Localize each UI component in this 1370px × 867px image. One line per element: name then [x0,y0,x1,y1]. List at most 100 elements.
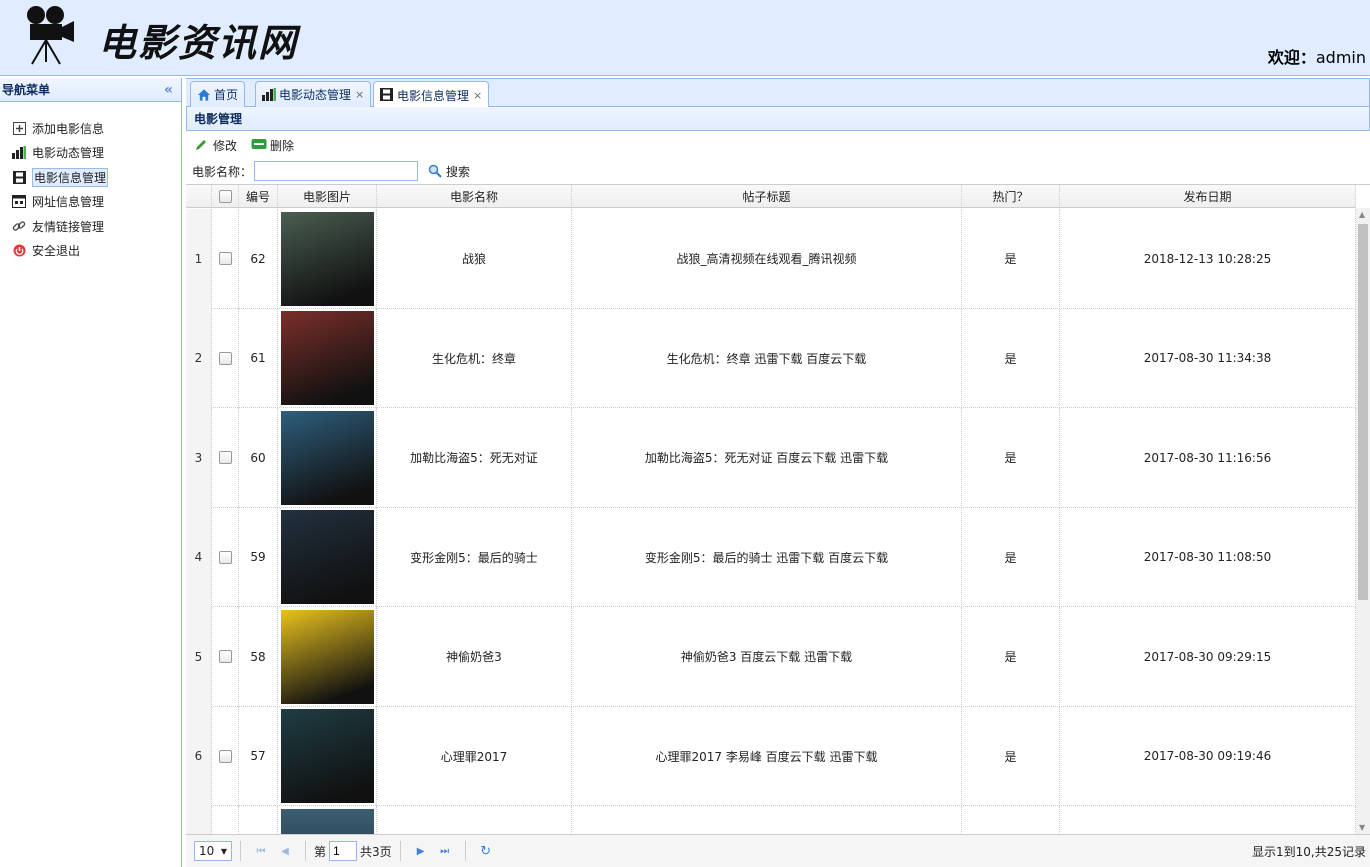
sidebar-item-logout[interactable]: 安全退出 [12,239,181,264]
last-page-icon[interactable]: ⏭ [436,842,454,860]
exit-icon [12,244,26,258]
next-page-icon[interactable]: ▶ [412,842,430,860]
close-icon[interactable]: × [473,89,482,102]
post-title [572,806,962,834]
row-checkbox[interactable] [218,351,232,365]
header-checkbox-cell [212,185,239,208]
row-checkbox-cell [212,607,239,707]
search-button[interactable]: 搜索 [428,163,470,180]
grid-scrollbar[interactable]: ▲ ▼ [1356,208,1370,834]
publish-date: 2017-08-30 09:19:46 [1060,706,1356,806]
row-number: 5 [186,607,212,707]
table-row[interactable]: 6 57 心理罪2017 心理罪2017 李易峰 百度云下载 迅雷下载是 2017-08… [186,706,1356,806]
header-rownum [186,185,212,208]
table-row[interactable]: 3 60 加勒比海盗5：死无对证 加勒比海盗5：死无对证 百度云下载 迅雷下载是 201… [186,408,1356,508]
poster-cell [278,806,377,834]
sidebar-item-add-movie[interactable]: 添加电影信息 [12,116,181,141]
row-checkbox[interactable] [218,550,232,564]
table-row[interactable]: 5 58 神偷奶爸3 神偷奶爸3 百度云下载 迅雷下载是 2017-08-30 09:2… [186,607,1356,707]
post-title: 神偷奶爸3 百度云下载 迅雷下载 [572,607,962,707]
search-bar: 电影名称： 搜索 [192,159,470,183]
row-checkbox[interactable] [218,650,232,664]
header-title[interactable]: 帖子标题 [572,185,962,208]
bar-chart-icon [262,87,276,102]
hot-flag: 是 [962,408,1060,508]
search-icon [428,164,442,178]
refresh-icon[interactable]: ↻ [477,842,495,860]
sidebar-item-label: 电影动态管理 [32,146,105,161]
movie-poster-image [280,709,374,804]
sidebar-item-friend-links[interactable]: 友情链接管理 [12,214,181,239]
page-prefix: 第 [314,844,327,859]
table-row[interactable]: 4 59 变形金刚5：最后的骑士 变形金刚5：最后的骑士 迅雷下载 百度云下载是 201… [186,507,1356,607]
table-row[interactable]: 1 62 战狼 战狼_高清视频在线观看_腾讯视频是 2018-12-13 10:28:2… [186,209,1356,309]
add-icon [12,121,26,135]
page-size-select[interactable]: 10 ▼ [194,841,232,861]
select-all-checkbox[interactable] [218,190,232,203]
sidebar-item-label: 电影信息管理 [32,167,109,187]
close-icon[interactable]: × [355,88,364,101]
post-title: 加勒比海盗5：死无对证 百度云下载 迅雷下载 [572,408,962,508]
table-row[interactable]: 2 61 生化危机：终章 生化危机：终章 迅雷下载 百度云下载是 2017-08-30 … [186,308,1356,408]
sidebar-item-label: 友情链接管理 [32,219,105,234]
post-title: 生化危机：终章 迅雷下载 百度云下载 [572,308,962,408]
header-hot[interactable]: 热门？ [962,185,1060,208]
header-date[interactable]: 发布日期 [1060,185,1356,208]
tab-bar: 首页 电影动态管理 × 电影信息管理 × [186,78,1370,108]
scroll-up-icon[interactable]: ▲ [1359,210,1365,219]
row-checkbox[interactable] [218,252,232,266]
delete-label: 删除 [270,138,295,153]
header-image[interactable]: 电影图片 [278,185,377,208]
pager-separator [399,841,401,861]
edit-button[interactable]: 修改 [194,137,237,154]
movie-grid: 编号 电影图片 电影名称 帖子标题 热门？ 发布日期 1 62 战狼 战狼_高清视频在… [186,184,1370,834]
panel-title: 电影管理 [186,107,1370,131]
grid-toolbar: 修改 删除 [194,133,294,157]
row-checkbox-cell [212,408,239,508]
scroll-down-icon[interactable]: ▼ [1359,823,1365,832]
tab-movie-news[interactable]: 电影动态管理 × [255,81,372,107]
movie-poster-image [280,211,374,306]
movie-poster-image [280,609,374,704]
sidebar-item-url-info[interactable]: 网址信息管理 [12,190,181,215]
prev-page-icon[interactable]: ◀ [276,842,294,860]
pager-separator [464,841,466,861]
tab-movie-info[interactable]: 电影信息管理 × [373,81,490,108]
first-page-icon[interactable]: ⏮ [252,842,270,860]
scroll-thumb[interactable] [1358,224,1368,600]
header-name[interactable]: 电影名称 [377,185,572,208]
tab-home[interactable]: 首页 [190,81,246,107]
tab-label: 电影动态管理 [279,88,352,102]
film-icon [380,88,394,102]
post-title: 变形金刚5：最后的骑士 迅雷下载 百度云下载 [572,507,962,607]
row-number: 2 [186,308,212,408]
row-checkbox[interactable] [218,749,232,763]
publish-date: 2017-08-30 11:08:50 [1060,507,1356,607]
movie-poster-image [280,311,374,406]
film-icon [12,170,26,184]
delete-button[interactable]: 删除 [251,137,294,154]
row-checkbox-cell [212,706,239,806]
row-checkbox[interactable] [218,451,232,465]
sidebar-item-movie-info[interactable]: 电影信息管理 [12,165,181,190]
hot-flag: 是 [962,209,1060,309]
main-content: 首页 电影动态管理 × 电影信息管理 × 电影管理 修改 删除 电影名称： 搜索 [186,78,1370,867]
page-number-input[interactable] [329,841,358,861]
pager-separator [240,841,241,861]
post-title: 心理罪2017 李易峰 百度云下载 迅雷下载 [572,706,962,806]
movie-id: 58 [239,607,278,707]
movie-id: 62 [239,209,278,309]
post-title: 战狼_高清视频在线观看_腾讯视频 [572,209,962,309]
sidebar-item-movie-news[interactable]: 电影动态管理 [12,141,181,166]
movie-name [377,806,572,834]
collapse-icon[interactable]: « [164,82,173,98]
poster-cell [278,308,377,408]
header-id[interactable]: 编号 [239,185,278,208]
row-checkbox-cell [212,507,239,607]
movie-name: 变形金刚5：最后的骑士 [377,507,572,607]
publish-date: 2017-08-30 11:16:56 [1060,408,1356,508]
movie-poster-image [280,410,374,505]
movie-name-input[interactable] [254,161,419,181]
table-row[interactable] [186,806,1356,834]
pencil-icon [194,138,210,152]
